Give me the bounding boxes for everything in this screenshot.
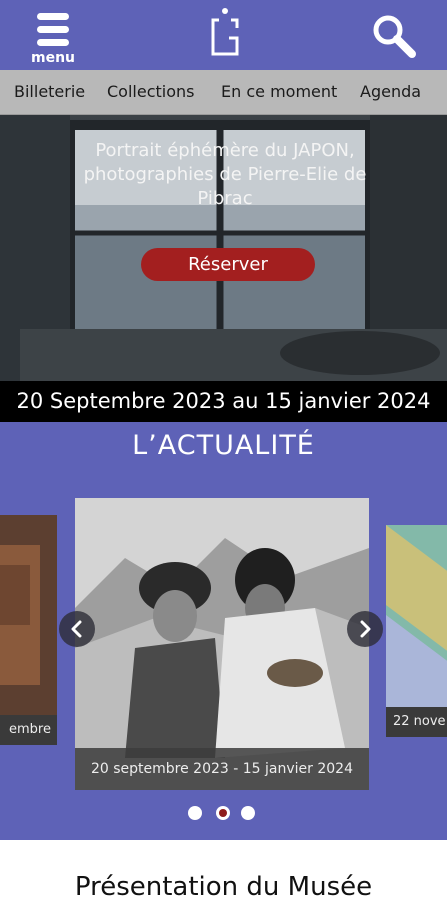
exhibition-dates: 20 Septembre 2023 au 15 janvier 2024 bbox=[0, 381, 447, 422]
nav-item-billeterie[interactable]: Billeterie bbox=[14, 82, 85, 101]
nav-item-collections[interactable]: Collections bbox=[107, 82, 194, 101]
reserve-button[interactable]: Réserver bbox=[141, 248, 315, 281]
card-image bbox=[0, 515, 57, 745]
menu-label: menu bbox=[30, 50, 76, 66]
search-icon[interactable] bbox=[370, 12, 418, 60]
carousel-next-button[interactable] bbox=[347, 611, 383, 647]
card-caption: 20 septembre 2023 - 15 janvier 2024 bbox=[75, 748, 369, 790]
presentation-title: Présentation du Musée bbox=[74, 872, 373, 902]
carousel-prev-button[interactable] bbox=[59, 611, 95, 647]
main-nav: Billeterie Collections En ce moment Agen… bbox=[0, 70, 447, 115]
chevron-left-icon bbox=[71, 620, 82, 638]
presentation-section: Présentation du Musée bbox=[0, 840, 447, 924]
carousel-dot-2[interactable] bbox=[216, 806, 230, 820]
news-title: L’ACTUALITÉ bbox=[132, 430, 315, 461]
news-card-previous[interactable]: embre bbox=[0, 515, 57, 745]
card-caption: embre bbox=[0, 715, 57, 745]
museum-logo-icon[interactable] bbox=[205, 6, 245, 62]
carousel-dot-1[interactable] bbox=[188, 806, 202, 820]
chevron-right-icon bbox=[360, 620, 371, 638]
nav-item-en-ce-moment[interactable]: En ce moment bbox=[221, 82, 337, 101]
news-section: L’ACTUALITÉ embre 20 septembre 2023 - 15… bbox=[0, 422, 447, 840]
site-header: menu bbox=[0, 0, 447, 70]
news-card-current[interactable]: 20 septembre 2023 - 15 janvier 2024 bbox=[75, 498, 369, 790]
hero-banner: Portrait éphémère du JAPON, photographie… bbox=[0, 115, 447, 385]
card-image bbox=[75, 498, 369, 790]
nav-item-agenda[interactable]: Agenda bbox=[360, 82, 421, 101]
news-card-next[interactable]: 22 nove bbox=[386, 525, 447, 737]
menu-button[interactable]: menu bbox=[28, 10, 78, 66]
card-caption: 22 nove bbox=[386, 707, 447, 737]
carousel-dot-3[interactable] bbox=[241, 806, 255, 820]
hero-title: Portrait éphémère du JAPON, photographie… bbox=[83, 140, 367, 209]
card-image bbox=[386, 525, 447, 737]
